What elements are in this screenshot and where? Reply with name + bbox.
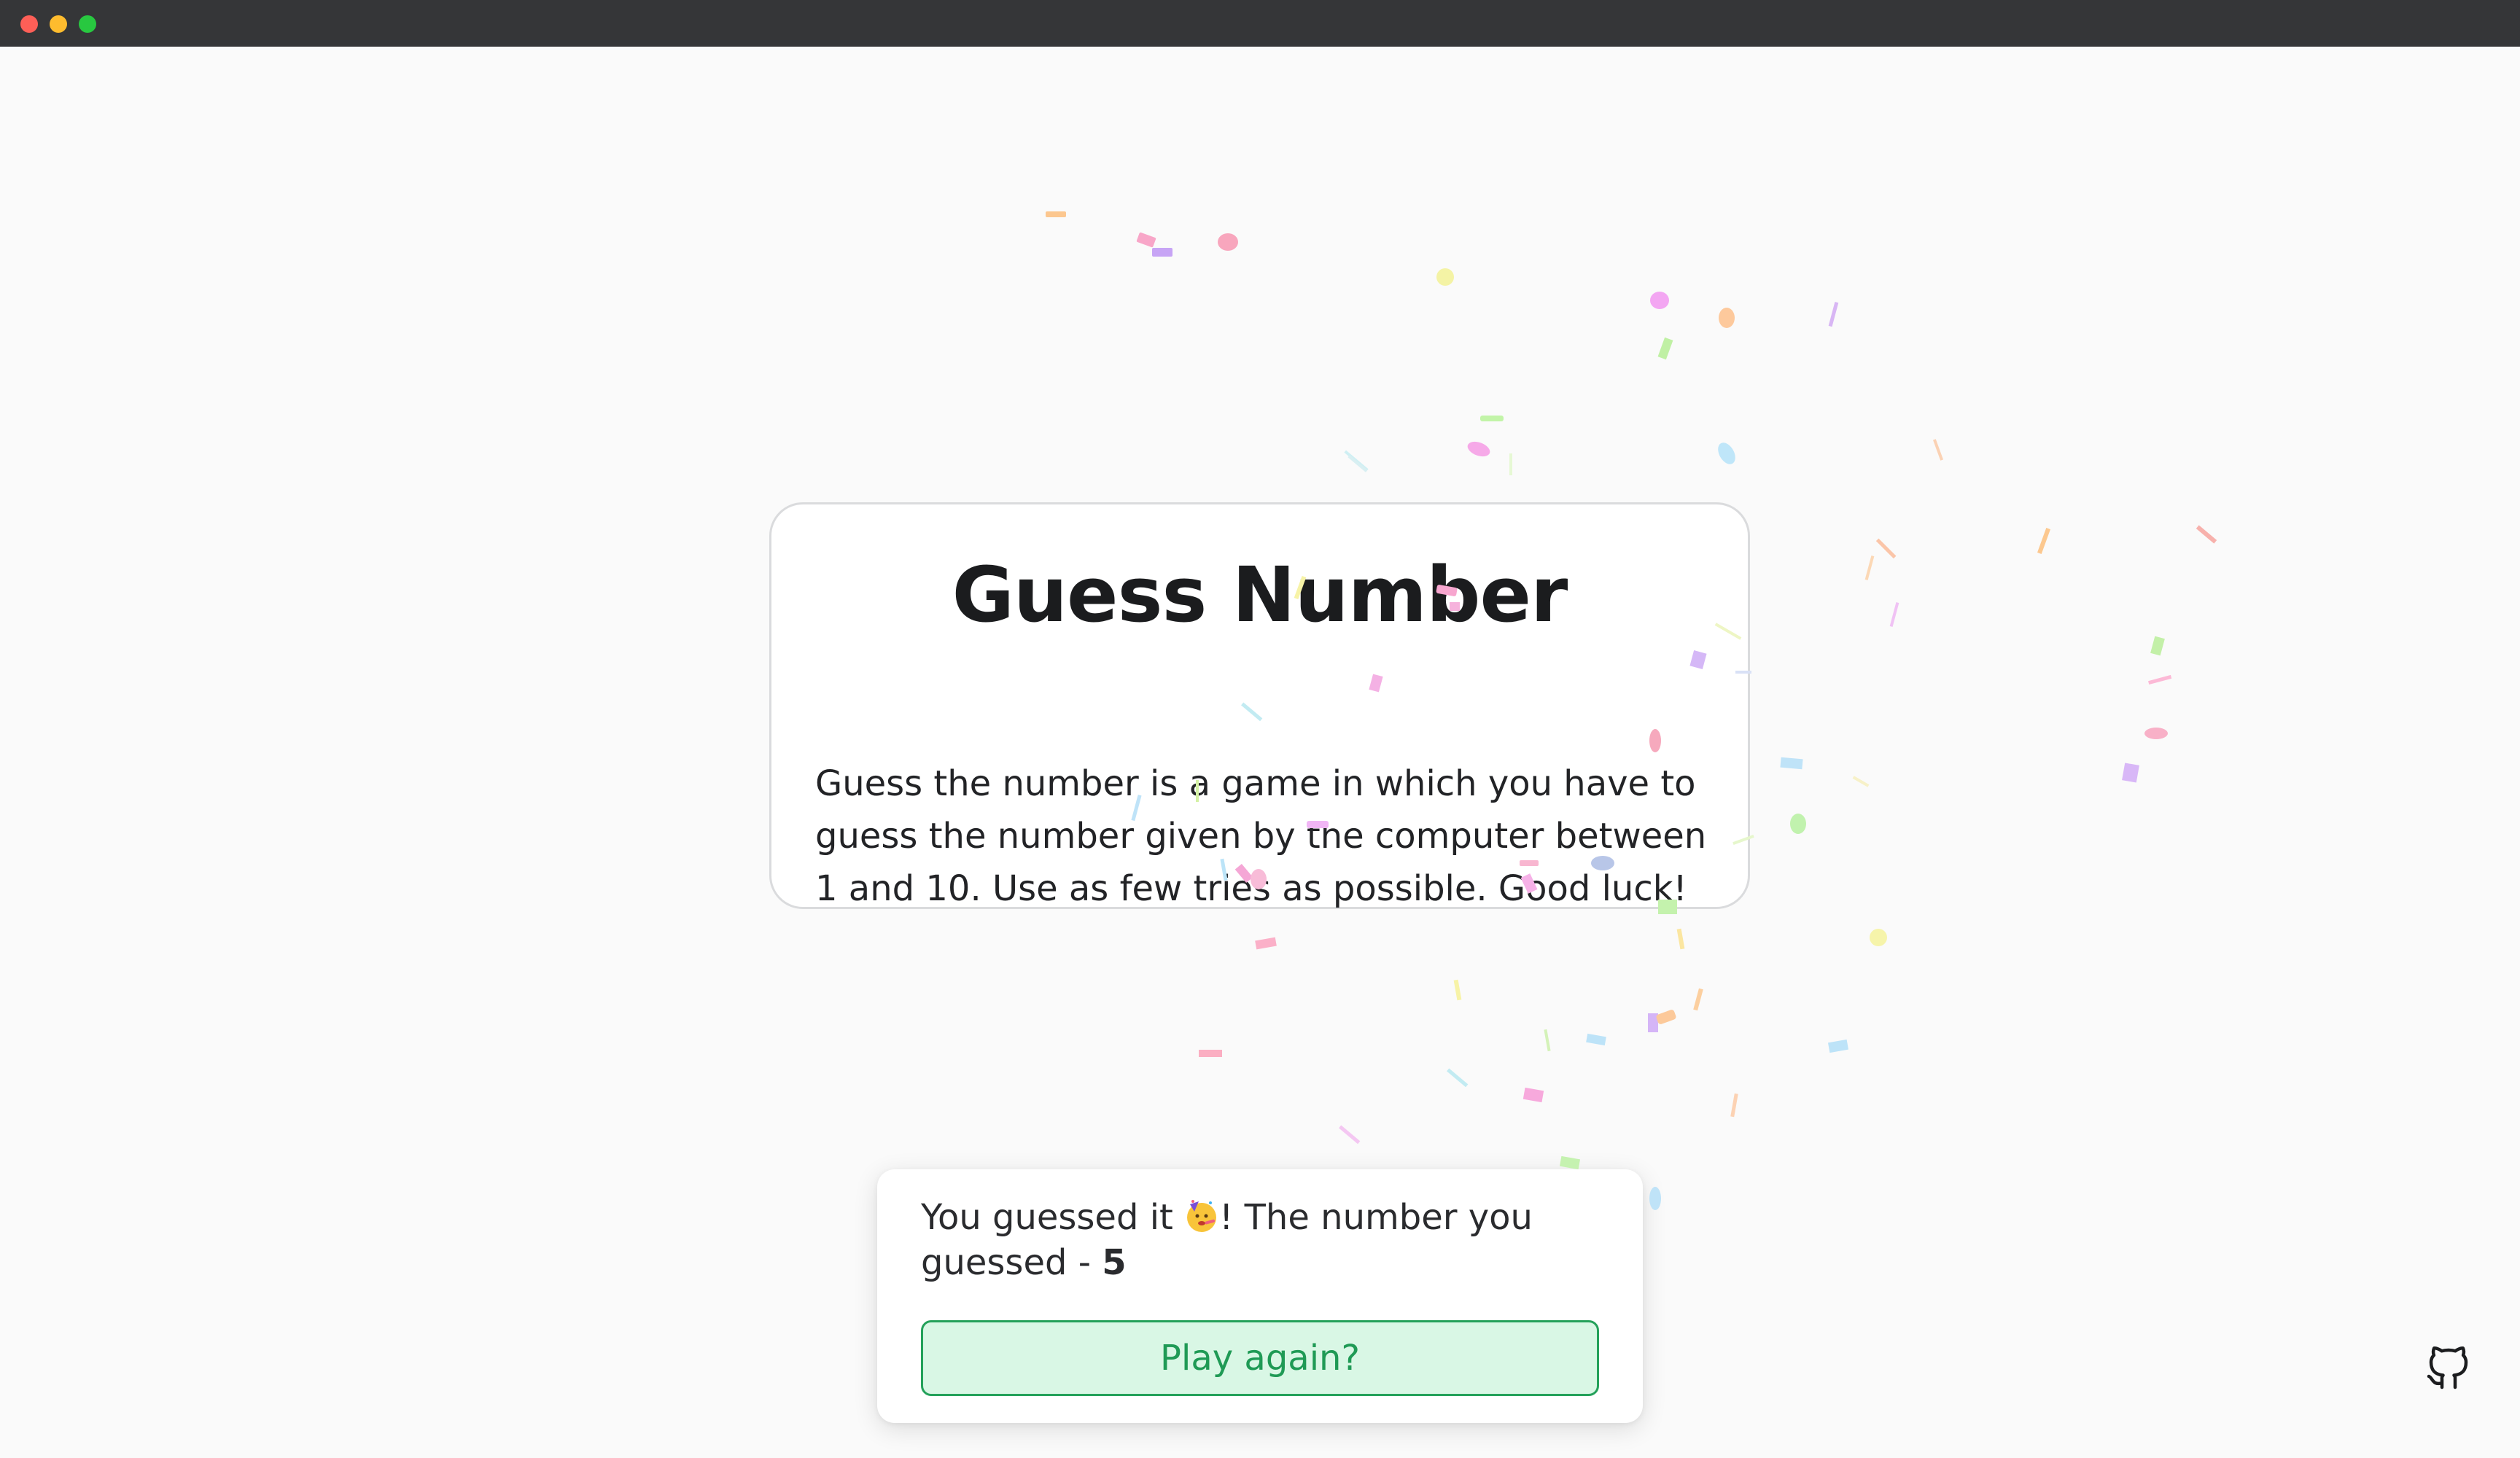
game-description: Guess the number is a game in which you … [815, 763, 1707, 909]
window-close-button[interactable] [20, 15, 38, 33]
result-message-prefix: You guessed it [921, 1197, 1173, 1238]
intro-card: Guess Number Guess the number is a game … [769, 502, 1750, 909]
result-toast: You guessed it ! The number you guessed … [877, 1169, 1643, 1423]
guessed-number: 5 [1102, 1242, 1127, 1283]
window-titlebar [0, 0, 2520, 47]
partying-face-icon [1184, 1198, 1219, 1233]
github-icon[interactable] [2422, 1341, 2475, 1394]
window-minimize-button[interactable] [50, 15, 67, 33]
window-maximize-button[interactable] [79, 15, 96, 33]
page-title: Guess Number [952, 550, 1568, 639]
play-again-button[interactable]: Play again? [921, 1320, 1599, 1396]
result-message: You guessed it ! The number you guessed … [921, 1195, 1606, 1285]
